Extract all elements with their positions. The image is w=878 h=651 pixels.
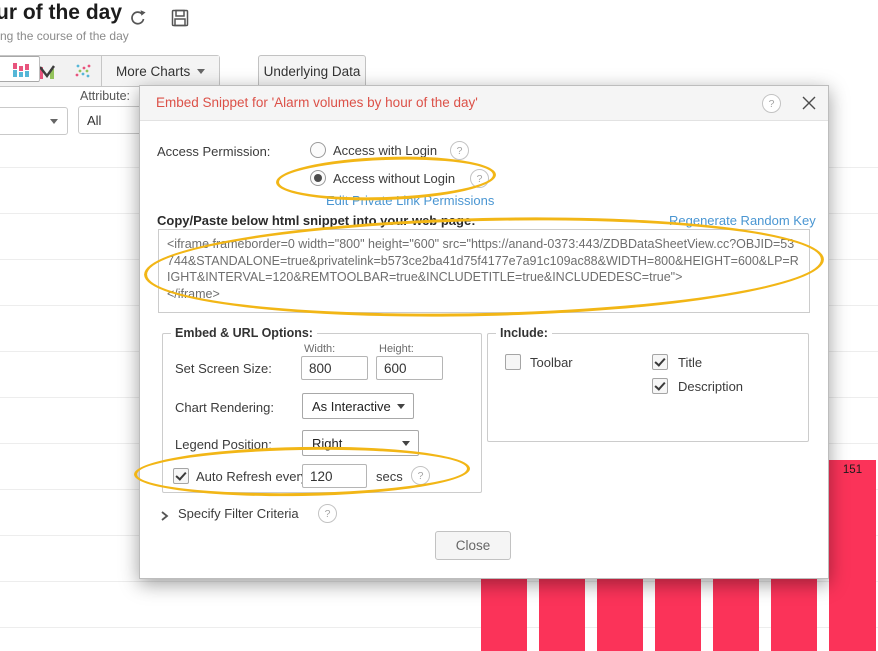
include-fieldset: Include: Toolbar Title Description	[487, 326, 809, 442]
include-description-label[interactable]: Description	[678, 379, 743, 394]
more-charts-label: More Charts	[116, 64, 190, 79]
chart-rendering-value: As Interactive	[312, 399, 391, 414]
chart-rendering-label: Chart Rendering:	[175, 400, 274, 415]
stacked-bar-chart-icon[interactable]	[0, 56, 40, 82]
chart-rendering-select[interactable]: As Interactive	[302, 393, 414, 419]
edit-private-link-permissions-link[interactable]: Edit Private Link Permissions	[326, 193, 494, 208]
copy-paste-label: Copy/Paste below html snippet into your …	[157, 213, 476, 228]
save-icon[interactable]	[170, 8, 190, 33]
auto-refresh-unit: secs	[376, 469, 403, 484]
chart-type-toolbar: More Charts	[0, 55, 220, 87]
embed-code-textarea[interactable]: <iframe frameborder=0 width="800" height…	[158, 229, 810, 313]
more-charts-button[interactable]: More Charts	[101, 56, 219, 86]
include-legend: Include:	[496, 326, 552, 340]
include-toolbar-label[interactable]: Toolbar	[530, 355, 573, 370]
legend-position-value: Right	[312, 436, 342, 451]
height-input[interactable]	[376, 356, 443, 380]
include-title-label[interactable]: Title	[678, 355, 702, 370]
auto-refresh-input[interactable]	[302, 464, 367, 488]
set-screen-size-label: Set Screen Size:	[175, 361, 272, 376]
access-without-login-radio[interactable]	[310, 170, 326, 186]
underlying-data-button[interactable]: Underlying Data	[258, 55, 366, 88]
access-with-login-radio[interactable]	[310, 142, 326, 158]
height-label: Height:	[379, 343, 414, 355]
bar-value-label: 151	[829, 460, 876, 476]
chevron-down-icon	[50, 119, 58, 124]
auto-refresh-checkbox[interactable]	[173, 468, 189, 484]
close-button[interactable]: Close	[435, 531, 511, 560]
access-permission-label: Access Permission:	[157, 144, 270, 159]
filter-dropdown[interactable]	[0, 107, 68, 135]
dialog-help-icon[interactable]: ?	[762, 94, 781, 113]
page-title: ur of the day	[0, 1, 122, 25]
scatter-chart-icon[interactable]	[65, 56, 101, 86]
legend-position-label: Legend Position:	[175, 437, 272, 452]
chevron-down-icon	[397, 404, 405, 409]
close-icon[interactable]	[801, 95, 817, 116]
embed-url-options-fieldset: Embed & URL Options: Width: Height: Set …	[162, 326, 482, 493]
include-toolbar-checkbox[interactable]	[505, 354, 521, 370]
access-with-login-label[interactable]: Access with Login	[333, 143, 437, 158]
auto-refresh-label[interactable]: Auto Refresh every	[196, 469, 307, 484]
access-without-login-help-icon[interactable]: ?	[470, 169, 489, 188]
embed-url-options-legend: Embed & URL Options:	[171, 326, 317, 340]
dialog-title: Embed Snippet for 'Alarm volumes by hour…	[156, 95, 478, 110]
access-without-login-label[interactable]: Access without Login	[333, 171, 455, 186]
width-label: Width:	[304, 343, 335, 355]
chart-bar[interactable]: 151	[829, 460, 876, 651]
chevron-right-icon[interactable]	[159, 508, 169, 526]
specify-filter-criteria-label[interactable]: Specify Filter Criteria	[178, 506, 299, 521]
include-description-checkbox[interactable]	[652, 378, 668, 394]
auto-refresh-help-icon[interactable]: ?	[411, 466, 430, 485]
chevron-down-icon	[402, 441, 410, 446]
chevron-down-icon	[197, 69, 205, 74]
attribute-label: Attribute:	[80, 89, 130, 103]
page-subtitle: ng the course of the day	[0, 29, 129, 43]
embed-snippet-dialog: Embed Snippet for 'Alarm volumes by hour…	[139, 85, 829, 579]
width-input[interactable]	[301, 356, 368, 380]
include-title-checkbox[interactable]	[652, 354, 668, 370]
regenerate-random-key-link[interactable]: Regenerate Random Key	[669, 213, 816, 228]
filter-criteria-help-icon[interactable]: ?	[318, 504, 337, 523]
refresh-icon[interactable]	[128, 8, 148, 33]
legend-position-select[interactable]: Right	[302, 430, 419, 456]
access-with-login-help-icon[interactable]: ?	[450, 141, 469, 160]
